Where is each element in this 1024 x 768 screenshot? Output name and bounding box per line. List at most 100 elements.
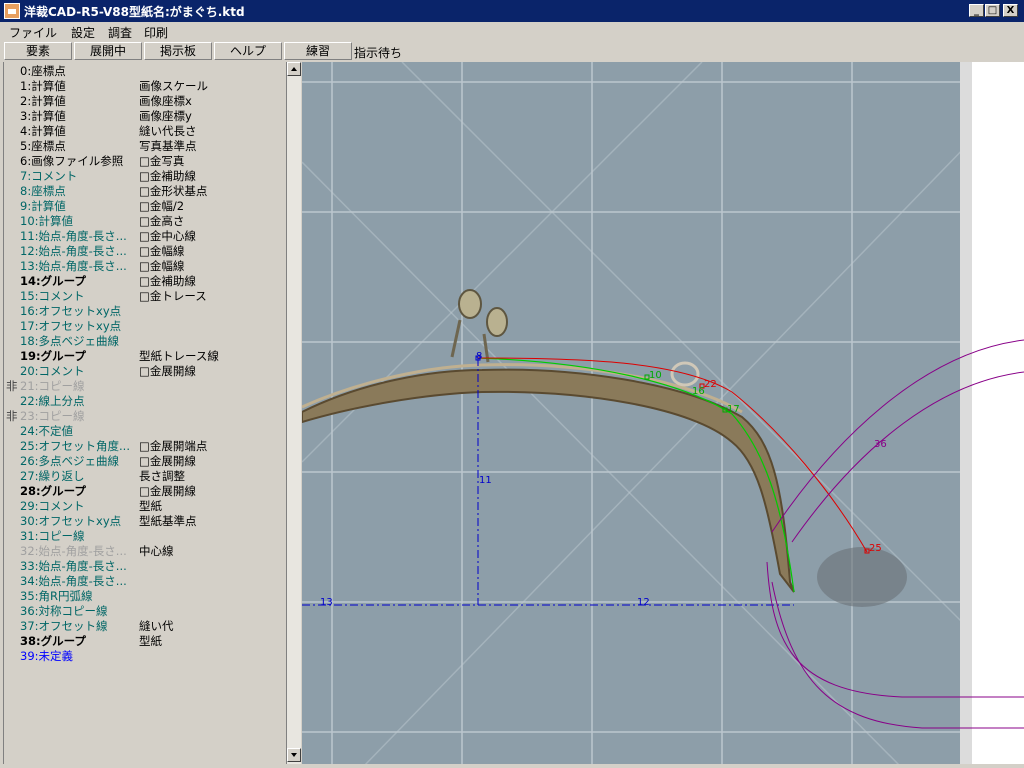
list-item[interactable]: 35:角R円弧線 [4,589,287,604]
list-item-label: 39:未定義 [20,649,74,663]
list-item-value: 縫い代 [139,619,174,633]
list-item[interactable]: 27:繰り返し 長さ調整 [4,469,287,484]
list-item-value: □金トレース [139,289,207,303]
list-item-label: 3:計算値 [20,109,66,123]
list-item-value: 型紙基準点 [139,514,197,528]
list-item-label: 31:コピー線 [20,529,85,543]
list-item-flag: 非 [6,409,18,423]
label-12: 12 [637,597,650,608]
list-item[interactable]: 16:オフセットxy点 [4,304,287,319]
list-item-value: 画像座標x [139,94,192,108]
scroll-up-button[interactable] [287,62,301,76]
menu-file[interactable]: ファイル [9,24,57,41]
list-item[interactable]: 22:線上分点 [4,394,287,409]
list-item[interactable]: 6:画像ファイル参照 □金写真 [4,154,287,169]
trace-curve-green [477,357,795,593]
list-item[interactable]: 0:座標点 [4,64,287,79]
list-item[interactable]: 25:オフセット角度... □金展開端点 [4,439,287,454]
list-item-label: 23:コピー線 [20,409,85,423]
list-item-value: 長さ調整 [139,469,185,483]
list-item[interactable]: 24:不定値 [4,424,287,439]
list-item[interactable]: 32:始点-角度-長さ... 中心線 [4,544,287,559]
list-item[interactable]: 38:グループ 型紙 [4,634,287,649]
list-item[interactable]: 13:始点-角度-長さ... □金幅線 [4,259,287,274]
elements-button[interactable]: 要素 [4,42,72,60]
list-item[interactable]: 28:グループ □金展開線 [4,484,287,499]
list-item-label: 22:線上分点 [20,394,85,408]
list-item[interactable]: 26:多点ベジェ曲線 □金展開線 [4,454,287,469]
list-item-label: 27:繰り返し [20,469,85,483]
label-16: 16 [692,386,705,397]
scroll-up-icon [291,67,297,71]
list-item[interactable]: 18:多点ベジェ曲線 [4,334,287,349]
minimize-button[interactable]: _ [969,4,984,17]
list-item-label: 9:計算値 [20,199,66,213]
list-item-value: 型紙 [139,634,162,648]
label-25: 25 [869,543,882,554]
list-item-value: 縫い代長さ [139,124,197,138]
list-item-label: 13:始点-角度-長さ... [20,259,127,273]
list-item-label: 0:座標点 [20,64,66,78]
list-item-label: 2:計算値 [20,94,66,108]
expanding-button[interactable]: 展開中 [74,42,142,60]
list-item-value: 写真基準点 [139,139,197,153]
toolbar: 要素 展開中 掲示板 ヘルプ 練習 指示待ち [0,41,1024,61]
scroll-down-button[interactable] [287,748,301,762]
list-item[interactable]: 8:座標点 □金形状基点 [4,184,287,199]
list-item[interactable]: 非 23:コピー線 [4,409,287,424]
list-item-value: □金写真 [139,154,185,168]
list-item[interactable]: 非 21:コピー線 [4,379,287,394]
close-button[interactable]: X [1003,4,1018,17]
list-item[interactable]: 37:オフセット線 縫い代 [4,619,287,634]
list-item[interactable]: 15:コメント □金トレース [4,289,287,304]
maximize-button[interactable]: □ [985,4,1000,17]
list-item[interactable]: 33:始点-角度-長さ... [4,559,287,574]
list-item-value: □金高さ [139,214,185,228]
list-item-value: 中心線 [139,544,174,558]
drawing-canvas[interactable]: 8 10 16 17 22 25 11 12 13 36 [302,62,1024,768]
list-item[interactable]: 1:計算値 画像スケール [4,79,287,94]
list-item-label: 28:グループ [20,484,86,498]
practice-button[interactable]: 練習 [284,42,352,60]
list-item-label: 7:コメント [20,169,78,183]
help-button[interactable]: ヘルプ [214,42,282,60]
list-item[interactable]: 3:計算値 画像座標y [4,109,287,124]
list-item[interactable]: 20:コメント □金展開線 [4,364,287,379]
purple-line-36-offset [791,371,1024,543]
list-item-label: 21:コピー線 [20,379,85,393]
list-item[interactable]: 34:始点-角度-長さ... [4,574,287,589]
list-item[interactable]: 19:グループ 型紙トレース線 [4,349,287,364]
menu-print[interactable]: 印刷 [144,24,168,41]
list-item-label: 38:グループ [20,634,86,648]
list-item[interactable]: 4:計算値 縫い代長さ [4,124,287,139]
purple-line-seam [766,561,1024,698]
list-item[interactable]: 5:座標点 写真基準点 [4,139,287,154]
list-item[interactable]: 11:始点-角度-長さ... □金中心線 [4,229,287,244]
list-item-value: □金幅/2 [139,199,185,213]
list-item[interactable]: 2:計算値 画像座標x [4,94,287,109]
list-item[interactable]: 29:コメント 型紙 [4,499,287,514]
element-list-scrollbar[interactable] [286,62,301,764]
list-item[interactable]: 36:対称コピー線 [4,604,287,619]
list-item[interactable]: 14:グループ □金補助線 [4,274,287,289]
list-item-value: □金形状基点 [139,184,208,198]
list-item[interactable]: 39:未定義 [4,649,287,664]
bulletin-board-button[interactable]: 掲示板 [144,42,212,60]
label-11: 11 [479,475,492,486]
list-item[interactable]: 31:コピー線 [4,529,287,544]
list-item-label: 32:始点-角度-長さ... [20,544,127,558]
scroll-down-icon [291,753,297,757]
element-list[interactable]: 0:座標点 1:計算値 画像スケール 2:計算値 画像座標x 3:計算値 画像座標y 4:計算… [3,62,287,764]
list-item[interactable]: 30:オフセットxy点 型紙基準点 [4,514,287,529]
app-icon[interactable] [4,3,20,19]
label-22: 22 [704,379,717,390]
list-item[interactable]: 10:計算値 □金高さ [4,214,287,229]
status-text: 指示待ち [354,46,403,60]
list-item[interactable]: 12:始点-角度-長さ... □金幅線 [4,244,287,259]
menu-settings[interactable]: 設定 [71,24,95,41]
list-item-value: □金展開線 [139,364,196,378]
list-item[interactable]: 17:オフセットxy点 [4,319,287,334]
list-item[interactable]: 9:計算値 □金幅/2 [4,199,287,214]
menu-inspect[interactable]: 調査 [108,24,132,41]
list-item[interactable]: 7:コメント □金補助線 [4,169,287,184]
